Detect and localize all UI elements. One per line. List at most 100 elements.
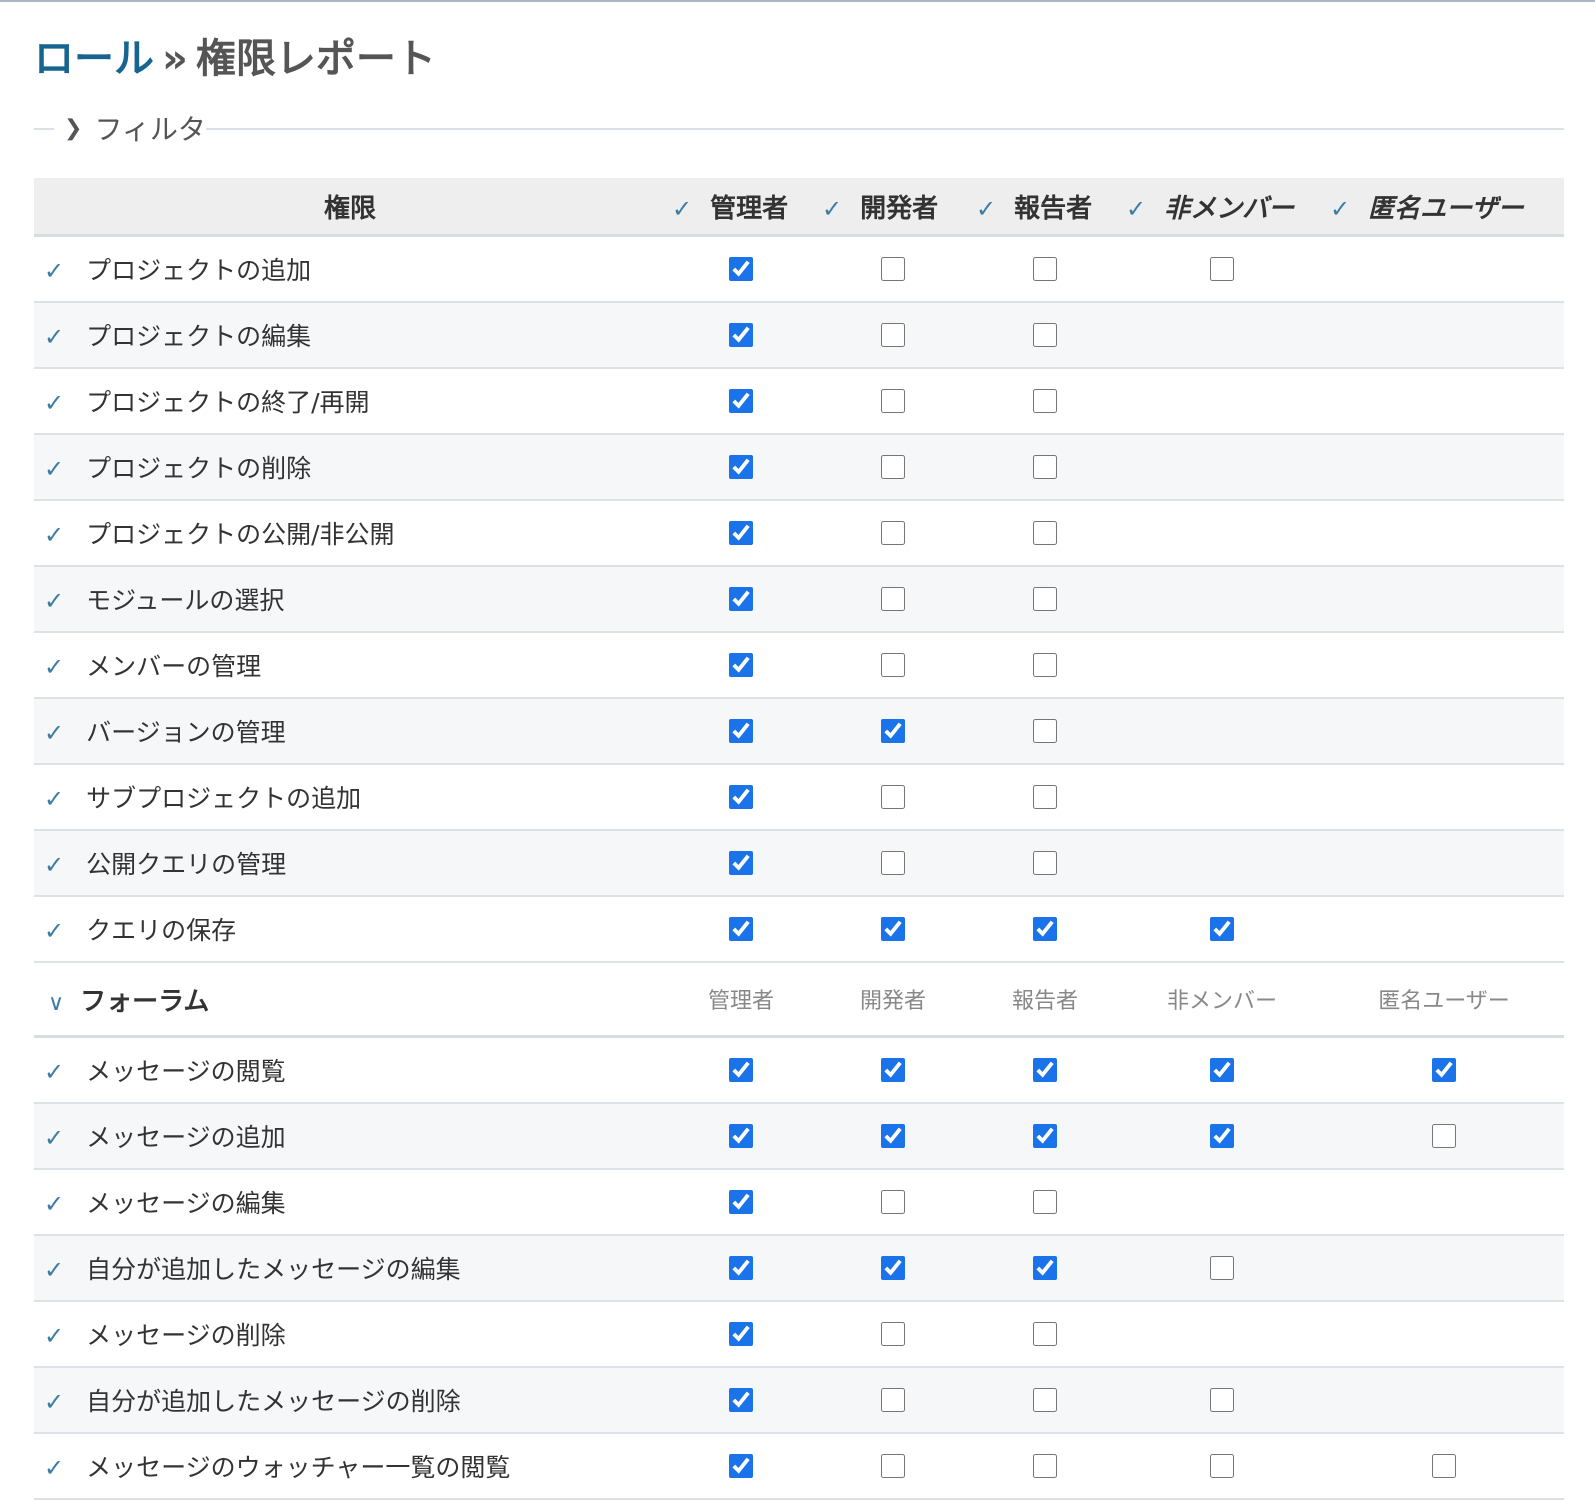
- permission-checkbox-developer[interactable]: [881, 1388, 905, 1412]
- permission-checkbox-reporter[interactable]: [1033, 1388, 1057, 1412]
- permission-checkbox-reporter[interactable]: [1033, 521, 1057, 545]
- permission-checkbox-developer[interactable]: [881, 1058, 905, 1082]
- role-permission-cell: [1324, 434, 1564, 501]
- permission-checkbox-reporter[interactable]: [1033, 1256, 1057, 1280]
- permission-checkbox-manager[interactable]: [729, 1058, 753, 1082]
- permission-checkbox-reporter[interactable]: [1033, 455, 1057, 479]
- permission-checkbox-reporter[interactable]: [1033, 1190, 1057, 1214]
- check-icon[interactable]: ✓: [1126, 195, 1146, 223]
- role-permission-cell: [816, 368, 970, 435]
- check-icon[interactable]: ✓: [44, 587, 64, 615]
- check-icon[interactable]: ✓: [44, 1190, 64, 1218]
- check-icon[interactable]: ✓: [44, 389, 64, 417]
- permission-checkbox-reporter[interactable]: [1033, 587, 1057, 611]
- check-icon[interactable]: ✓: [44, 719, 64, 747]
- check-icon[interactable]: ✓: [44, 917, 64, 945]
- check-icon[interactable]: ✓: [44, 1124, 64, 1152]
- permission-checkbox-non-member[interactable]: [1210, 917, 1234, 941]
- permission-checkbox-non-member[interactable]: [1210, 1454, 1234, 1478]
- role-permission-cell: [970, 1433, 1120, 1500]
- permission-checkbox-manager[interactable]: [729, 719, 753, 743]
- permission-checkbox-reporter[interactable]: [1033, 1322, 1057, 1346]
- role-permission-cell: [666, 632, 816, 699]
- check-icon[interactable]: ✓: [44, 1322, 64, 1350]
- permission-checkbox-manager[interactable]: [729, 1322, 753, 1346]
- permission-checkbox-manager[interactable]: [729, 1454, 753, 1478]
- permission-checkbox-reporter[interactable]: [1033, 1454, 1057, 1478]
- permission-checkbox-reporter[interactable]: [1033, 785, 1057, 809]
- permission-checkbox-manager[interactable]: [729, 1190, 753, 1214]
- permission-name: クエリの保存: [86, 916, 237, 945]
- permission-checkbox-developer[interactable]: [881, 1190, 905, 1214]
- permission-checkbox-anonymous[interactable]: [1432, 1058, 1456, 1082]
- permission-checkbox-developer[interactable]: [881, 917, 905, 941]
- permission-checkbox-developer[interactable]: [881, 1454, 905, 1478]
- permission-checkbox-reporter[interactable]: [1033, 917, 1057, 941]
- permission-name: メッセージのウォッチャー一覧の閲覧: [86, 1453, 511, 1482]
- permission-checkbox-non-member[interactable]: [1210, 1388, 1234, 1412]
- permission-checkbox-manager[interactable]: [729, 1388, 753, 1412]
- permission-checkbox-developer[interactable]: [881, 521, 905, 545]
- permission-checkbox-anonymous[interactable]: [1432, 1124, 1456, 1148]
- permission-checkbox-developer[interactable]: [881, 785, 905, 809]
- permission-checkbox-developer[interactable]: [881, 389, 905, 413]
- permission-checkbox-developer[interactable]: [881, 719, 905, 743]
- permission-checkbox-developer[interactable]: [881, 455, 905, 479]
- permission-checkbox-non-member[interactable]: [1210, 1256, 1234, 1280]
- permission-checkbox-reporter[interactable]: [1033, 1058, 1057, 1082]
- check-icon[interactable]: ✓: [44, 653, 64, 681]
- permission-checkbox-developer[interactable]: [881, 653, 905, 677]
- check-icon[interactable]: ✓: [44, 1454, 64, 1482]
- permission-checkbox-manager[interactable]: [729, 389, 753, 413]
- permission-checkbox-non-member[interactable]: [1210, 1058, 1234, 1082]
- permission-checkbox-manager[interactable]: [729, 257, 753, 281]
- permission-checkbox-manager[interactable]: [729, 587, 753, 611]
- check-icon[interactable]: ✓: [44, 257, 64, 285]
- breadcrumb-roles-link[interactable]: ロール: [34, 36, 154, 82]
- permission-checkbox-developer[interactable]: [881, 1256, 905, 1280]
- check-icon[interactable]: ✓: [44, 1256, 64, 1284]
- role-permission-cell: [666, 434, 816, 501]
- permission-checkbox-manager[interactable]: [729, 1124, 753, 1148]
- permission-checkbox-anonymous[interactable]: [1432, 1454, 1456, 1478]
- check-icon[interactable]: ✓: [822, 195, 842, 223]
- permission-checkbox-developer[interactable]: [881, 587, 905, 611]
- permission-checkbox-reporter[interactable]: [1033, 1124, 1057, 1148]
- permission-checkbox-manager[interactable]: [729, 785, 753, 809]
- permission-checkbox-reporter[interactable]: [1033, 389, 1057, 413]
- permission-checkbox-non-member[interactable]: [1210, 1124, 1234, 1148]
- permission-checkbox-developer[interactable]: [881, 1322, 905, 1346]
- permission-checkbox-manager[interactable]: [729, 851, 753, 875]
- permission-checkbox-developer[interactable]: [881, 257, 905, 281]
- permission-checkbox-reporter[interactable]: [1033, 257, 1057, 281]
- permission-name-cell: ✓ 自分が追加したメッセージの編集: [34, 1235, 666, 1302]
- permission-checkbox-manager[interactable]: [729, 917, 753, 941]
- permission-checkbox-reporter[interactable]: [1033, 719, 1057, 743]
- permission-checkbox-developer[interactable]: [881, 323, 905, 347]
- permission-checkbox-developer[interactable]: [881, 1124, 905, 1148]
- check-icon[interactable]: ✓: [44, 521, 64, 549]
- check-icon[interactable]: ✓: [976, 195, 996, 223]
- check-icon[interactable]: ✓: [44, 1388, 64, 1416]
- filter-toggle[interactable]: ❯ フィルタ: [64, 108, 206, 148]
- check-icon[interactable]: ✓: [44, 455, 64, 483]
- check-icon[interactable]: ✓: [44, 785, 64, 813]
- permission-checkbox-reporter[interactable]: [1033, 653, 1057, 677]
- check-icon[interactable]: ✓: [44, 323, 64, 351]
- permission-checkbox-manager[interactable]: [729, 653, 753, 677]
- check-icon[interactable]: ✓: [44, 1058, 64, 1086]
- chevron-down-icon[interactable]: ∨: [48, 991, 64, 1016]
- permissions-table: 権限 ✓ 管理者 ✓ 開発者 ✓ 報告者 ✓ 非メンバー ✓ 匿名ユーザー ✓ プロジェクトの追加 ✓…: [34, 178, 1564, 1500]
- permission-checkbox-non-member[interactable]: [1210, 257, 1234, 281]
- permission-checkbox-manager[interactable]: [729, 1256, 753, 1280]
- permission-checkbox-manager[interactable]: [729, 455, 753, 479]
- permission-checkbox-manager[interactable]: [729, 323, 753, 347]
- permission-checkbox-manager[interactable]: [729, 521, 753, 545]
- check-icon[interactable]: ✓: [1330, 195, 1350, 223]
- check-icon[interactable]: ✓: [672, 195, 692, 223]
- permission-checkbox-reporter[interactable]: [1033, 851, 1057, 875]
- check-icon[interactable]: ✓: [44, 851, 64, 879]
- role-permission-cell: [666, 896, 816, 963]
- permission-checkbox-developer[interactable]: [881, 851, 905, 875]
- permission-checkbox-reporter[interactable]: [1033, 323, 1057, 347]
